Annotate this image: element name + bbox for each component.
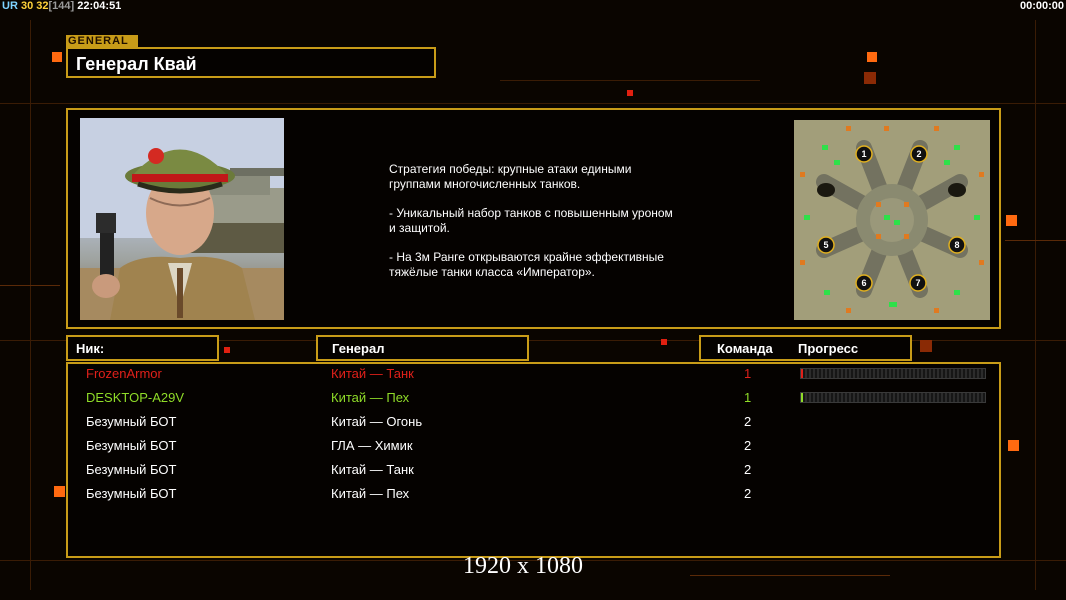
player-row[interactable]: Безумный БОТ Китай — Огонь 2 <box>0 414 1066 430</box>
bg-line <box>1035 20 1036 590</box>
decor-square <box>920 340 932 352</box>
general-header: Генерал <box>332 341 385 356</box>
player-general[interactable]: Китай — Пех <box>331 486 409 501</box>
general-title-box: Генерал Квай <box>66 47 436 78</box>
decor-square <box>627 90 633 96</box>
player-nick: DESKTOP-A29V <box>86 390 185 405</box>
player-nick: FrozenArmor <box>86 366 162 381</box>
map-start-position: 2 <box>916 149 921 159</box>
player-row[interactable]: Безумный БОТ Китай — Пех 2 <box>0 486 1066 502</box>
decor-square <box>224 347 230 353</box>
bg-line <box>0 103 1066 104</box>
bg-line <box>690 575 890 576</box>
general-name: Генерал Квай <box>76 54 197 74</box>
team-progress-header-box: Команда Прогресс <box>699 335 912 361</box>
player-general[interactable]: Китай — Огонь <box>331 414 422 429</box>
player-general[interactable]: Китай — Пех <box>331 390 409 405</box>
decor-square <box>661 339 667 345</box>
map-preview: 1 2 5 8 6 7 <box>794 120 990 320</box>
bg-line <box>500 80 760 81</box>
resolution-label: 1920 x 1080 <box>463 553 583 579</box>
hud-clock: 22:04:51 <box>77 0 122 12</box>
ur-label: UR <box>2 0 18 12</box>
decor-square <box>52 52 62 62</box>
hud-value-a: 30 <box>20 0 34 12</box>
player-team[interactable]: 2 <box>744 438 751 453</box>
player-team[interactable]: 1 <box>744 366 751 381</box>
hud-timer: 00:00:00 <box>1019 0 1064 12</box>
bg-line <box>30 20 31 590</box>
decor-square <box>1006 215 1017 226</box>
map-start-position: 1 <box>861 149 866 159</box>
player-general[interactable]: Китай — Танк <box>331 366 414 381</box>
map-preview-image: 1 2 5 8 6 7 <box>794 120 990 320</box>
player-progress-fill <box>801 369 803 378</box>
player-team[interactable]: 2 <box>744 414 751 429</box>
strategy-line: Стратегия победы: крупные атаки едиными … <box>389 162 632 191</box>
map-start-position: 7 <box>915 278 920 288</box>
player-row[interactable]: FrozenArmor Китай — Танк 1 <box>0 366 1066 382</box>
general-header-box: Генерал <box>316 335 529 361</box>
player-team[interactable]: 2 <box>744 462 751 477</box>
map-start-position: 8 <box>954 240 959 250</box>
strategy-line: - На 3м Ранге открываются крайне эффекти… <box>389 250 664 279</box>
player-row[interactable]: Безумный БОТ ГЛА — Химик 2 <box>0 438 1066 454</box>
team-header: Команда <box>717 341 773 356</box>
strategy-text: Стратегия победы: крупные атаки едиными … <box>389 162 709 294</box>
bg-line <box>1005 240 1066 241</box>
nick-header: Ник: <box>76 341 105 356</box>
player-nick: Безумный БОТ <box>86 414 177 429</box>
map-start-position: 5 <box>823 240 828 250</box>
player-team[interactable]: 2 <box>744 486 751 501</box>
player-progress-bar <box>800 392 986 403</box>
general-portrait-image <box>80 118 284 320</box>
progress-header: Прогресс <box>798 341 859 356</box>
hud-value-b: 32 <box>36 0 49 12</box>
player-progress-bar <box>800 368 986 379</box>
player-progress-fill <box>801 393 803 402</box>
bg-line <box>0 285 60 286</box>
player-general[interactable]: ГЛА — Химик <box>331 438 413 453</box>
hud-bracket-value: [144] <box>48 0 75 12</box>
general-portrait <box>80 118 284 320</box>
map-start-position: 6 <box>861 278 866 288</box>
decor-square <box>867 52 877 62</box>
decor-square <box>864 72 876 84</box>
player-row[interactable]: DESKTOP-A29V Китай — Пех 1 <box>0 390 1066 406</box>
strategy-line: - Уникальный набор танков с повышенным у… <box>389 206 673 235</box>
player-nick: Безумный БОТ <box>86 438 177 453</box>
player-nick: Безумный БОТ <box>86 462 177 477</box>
player-team[interactable]: 1 <box>744 390 751 405</box>
player-general[interactable]: Китай — Танк <box>331 462 414 477</box>
player-row[interactable]: Безумный БОТ Китай — Танк 2 <box>0 462 1066 478</box>
hud-stats: UR 30 32[144] 22:04:51 <box>2 0 121 12</box>
player-nick: Безумный БОТ <box>86 486 177 501</box>
nick-header-box: Ник: <box>66 335 219 361</box>
